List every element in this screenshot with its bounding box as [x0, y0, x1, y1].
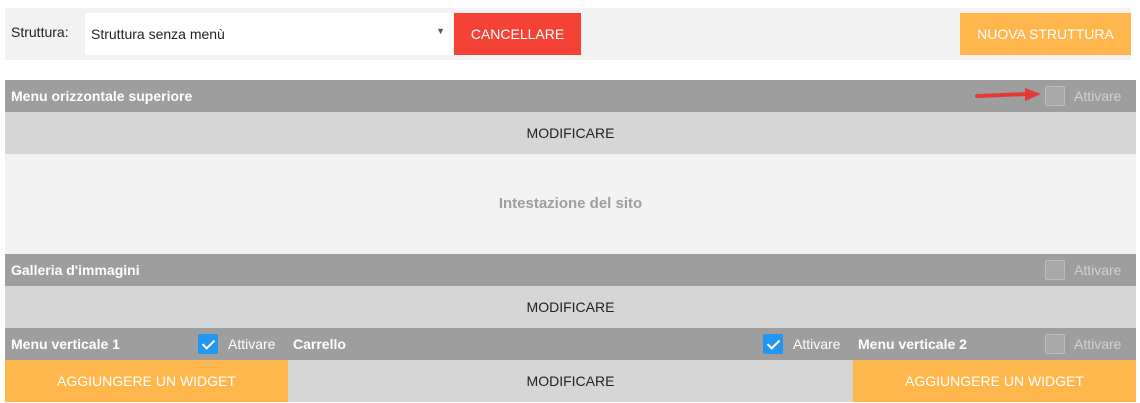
vertical-menu-2-activate-label: Attivare: [1074, 336, 1122, 352]
top-menu-edit-button[interactable]: MODIFICARE: [5, 112, 1136, 154]
vertical-menu-1-activate-checkbox[interactable]: [198, 334, 218, 354]
top-menu-activate-checkbox[interactable]: [1045, 86, 1065, 106]
gallery-bar: Galleria d'immagini Attivare: [5, 254, 1136, 286]
top-menu-activate-label: Attivare: [1074, 88, 1122, 104]
dropdown-caret-icon: ▼: [436, 26, 445, 36]
columns-bar: Menu verticale 1 Attivare Carrello Attiv…: [5, 328, 1136, 360]
top-menu-bar: Menu orizzontale superiore Attivare: [5, 80, 1136, 112]
gallery-edit-button[interactable]: MODIFICARE: [5, 286, 1136, 328]
vertical-menu-1-activate-label: Attivare: [228, 336, 276, 352]
top-menu-title: Menu orizzontale superiore: [11, 88, 193, 104]
new-structure-button[interactable]: NUOVA STRUTTURA: [960, 13, 1131, 55]
red-arrow-icon: [975, 88, 1041, 101]
structure-select-value: Struttura senza menù: [91, 26, 225, 42]
cart-edit-button[interactable]: MODIFICARE: [288, 360, 853, 402]
structure-toolbar: Struttura: Struttura senza menù ▼ CANCEL…: [5, 8, 1131, 60]
delete-structure-button[interactable]: CANCELLARE: [454, 13, 581, 55]
site-header-area: Intestazione del sito: [5, 154, 1136, 254]
cart-title: Carrello: [293, 336, 346, 352]
vertical-menu-2-activate-checkbox[interactable]: [1045, 334, 1065, 354]
columns-actions-row: AGGIUNGERE UN WIDGET MODIFICARE AGGIUNGE…: [5, 360, 1136, 402]
vertical-menu-1-title: Menu verticale 1: [11, 336, 120, 352]
vertical-menu-2-title: Menu verticale 2: [858, 336, 967, 352]
gallery-activate-checkbox[interactable]: [1045, 260, 1065, 280]
structure-select[interactable]: Struttura senza menù ▼: [85, 13, 453, 55]
add-widget-left-button[interactable]: AGGIUNGERE UN WIDGET: [5, 360, 288, 402]
add-widget-right-button[interactable]: AGGIUNGERE UN WIDGET: [853, 360, 1136, 402]
cart-activate-checkbox[interactable]: [763, 334, 783, 354]
gallery-activate-label: Attivare: [1074, 262, 1122, 278]
structure-label: Struttura:: [11, 24, 69, 40]
cart-activate-label: Attivare: [793, 336, 841, 352]
gallery-title: Galleria d'immagini: [11, 262, 140, 278]
